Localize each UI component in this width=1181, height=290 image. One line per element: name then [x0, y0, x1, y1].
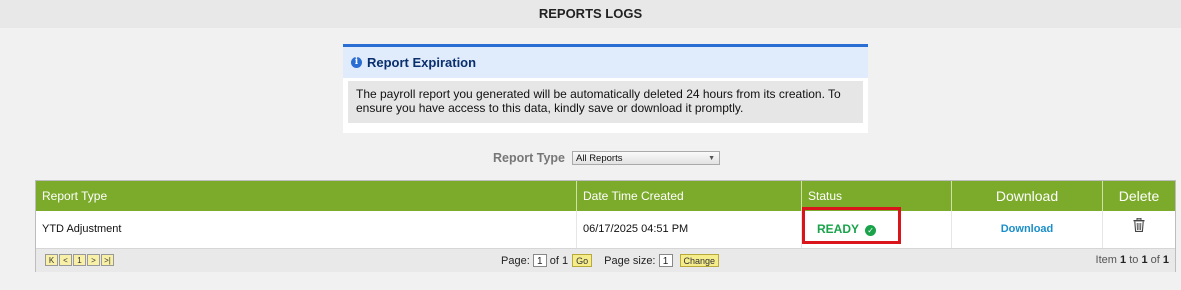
row-created: 06/17/2025 04:51 PM — [577, 211, 802, 248]
item-of-label: of — [1150, 254, 1160, 266]
page-size-label: Page size: — [604, 254, 656, 267]
prev-page-button[interactable]: < — [59, 254, 72, 266]
item-count: Item 1 to 1 of 1 — [1096, 254, 1169, 266]
item-total: 1 — [1162, 254, 1169, 266]
page-1-button[interactable]: 1 — [73, 254, 86, 266]
notice-header: i Report Expiration — [343, 47, 868, 78]
change-button[interactable]: Change — [679, 254, 720, 267]
col-date-time-created[interactable]: Date Time Created — [577, 181, 802, 211]
row-delete — [1103, 211, 1175, 248]
table-row: YTD Adjustment 06/17/2025 04:51 PM READY… — [36, 207, 1175, 248]
first-page-button[interactable]: K — [45, 254, 58, 266]
expiration-notice: i Report Expiration The payroll report y… — [343, 44, 868, 133]
row-status: READY ✓ — [802, 207, 952, 248]
col-delete: Delete — [1118, 188, 1160, 204]
col-report-type[interactable]: Report Type — [36, 181, 577, 211]
select-value: All Reports — [576, 153, 623, 164]
row-download: Download — [952, 211, 1103, 248]
grid-header: Report Type Date Time Created Status Dow… — [36, 181, 1175, 211]
notice-title: Report Expiration — [367, 55, 477, 70]
next-page-button[interactable]: > — [87, 254, 100, 266]
pager-controls: Page: 1 of 1 Go Page size: 1 Change — [501, 254, 723, 267]
page-of-label: of 1 — [549, 254, 569, 267]
report-type-filter: Report Type All Reports ▼ — [493, 151, 720, 165]
info-icon: i — [351, 57, 362, 68]
page-label: Page: — [501, 254, 530, 267]
page-size-input[interactable]: 1 — [658, 254, 673, 267]
go-button[interactable]: Go — [572, 254, 593, 267]
item-to-label: to — [1129, 254, 1139, 266]
filter-label: Report Type — [493, 151, 565, 165]
item-to: 1 — [1141, 254, 1148, 266]
reports-grid: Report Type Date Time Created Status Dow… — [35, 180, 1176, 272]
page-title: REPORTS LOGS — [0, 0, 1181, 28]
page-input[interactable]: 1 — [532, 254, 547, 267]
report-type-select[interactable]: All Reports ▼ — [572, 151, 720, 165]
row-report-type: YTD Adjustment — [36, 211, 577, 248]
trash-icon[interactable] — [1133, 211, 1145, 248]
item-prefix: Item — [1095, 254, 1117, 266]
pager: K < 1 > >| Page: 1 of 1 Go Page size: 1 … — [36, 248, 1175, 272]
notice-message: The payroll report you generated will be… — [348, 81, 863, 123]
status-highlight-box — [802, 207, 901, 244]
item-from: 1 — [1120, 254, 1127, 266]
download-link[interactable]: Download — [1001, 223, 1054, 235]
last-page-button[interactable]: >| — [101, 254, 114, 266]
col-download: Download — [952, 181, 1103, 211]
pager-buttons: K < 1 > >| — [45, 254, 114, 266]
chevron-down-icon: ▼ — [708, 155, 715, 162]
